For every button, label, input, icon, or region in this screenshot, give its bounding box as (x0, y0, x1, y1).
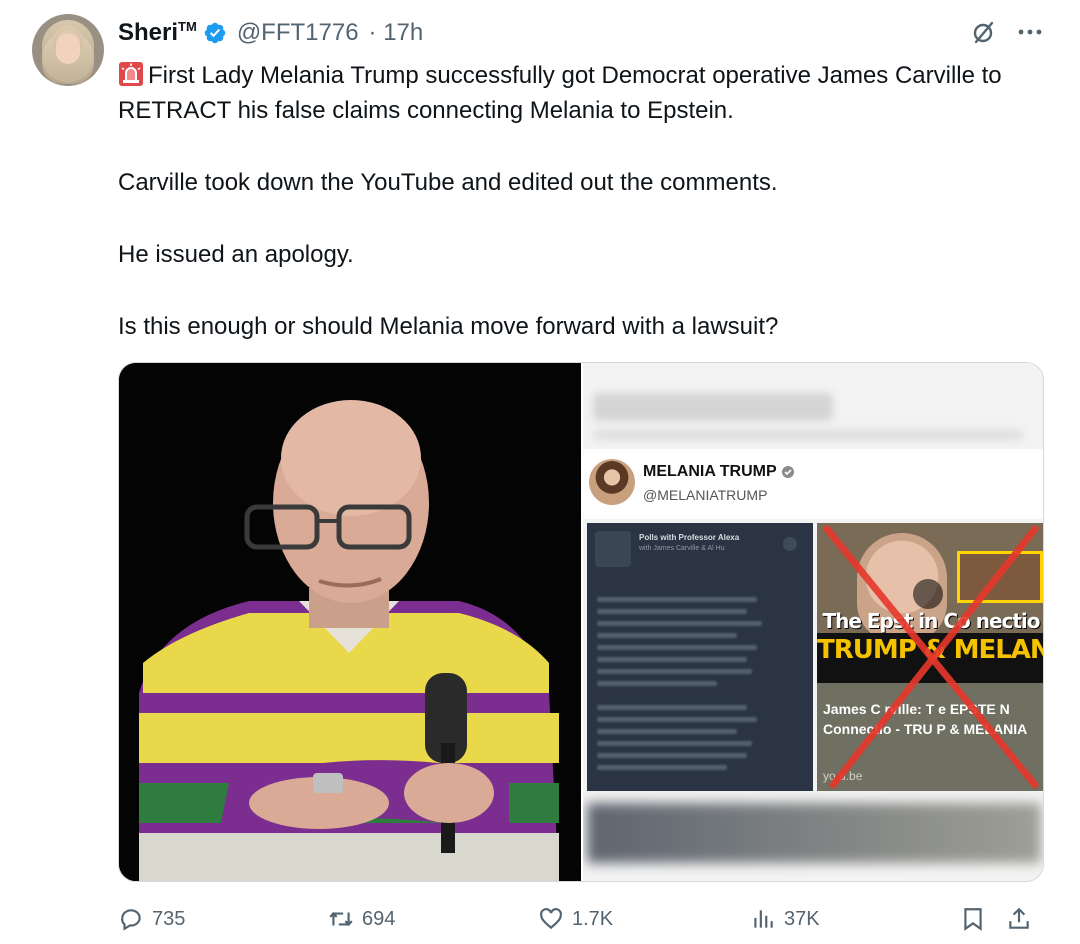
action-bar: 735 694 1.7K 37K (118, 900, 1044, 940)
blurred-text-line (597, 717, 757, 722)
share-icon (1009, 907, 1029, 929)
bookmark-button[interactable] (960, 906, 986, 932)
author-name[interactable]: SheriTM (118, 19, 197, 47)
blurred-header-line (593, 429, 1023, 441)
like-count: 1.7K (572, 907, 614, 930)
avatar-face (56, 34, 80, 64)
thumbnail-headline: The Epst in Co nectio (822, 609, 1040, 633)
share-button[interactable] (1006, 906, 1032, 932)
blurred-text-line (597, 657, 747, 662)
like-icon (540, 908, 562, 930)
media-grid: MELANIA TRUMP @MELANIATRUMP Polls with P… (118, 362, 1044, 882)
blurred-text-line (597, 705, 747, 710)
grok-icon[interactable] (970, 18, 998, 46)
author-handle[interactable]: @FFT1776 (237, 19, 359, 47)
blurred-text-line (597, 633, 737, 638)
tweet-line-3: He issued an apology. (118, 241, 354, 268)
top-actions (970, 18, 1044, 46)
blurred-text-line (597, 597, 757, 602)
blurred-text-line (597, 609, 747, 614)
thumbnail-subheadline: TRUMP & MELANIA (817, 633, 1043, 683)
podcast-logo (595, 531, 631, 567)
podcast-title: Polls with Professor Alexa (639, 533, 740, 542)
podcast-subtitle: with James Carville & Al Hu (639, 545, 725, 552)
blurred-header (593, 393, 833, 421)
tweet-paragraph-1: First Lady Melania Trump successfully go… (118, 58, 1018, 128)
verified-badge-icon[interactable] (203, 21, 227, 45)
blurred-footer (587, 803, 1041, 863)
podcast-more-icon (783, 537, 797, 551)
post-time[interactable]: · 17h (369, 19, 424, 47)
author-name-text: Sheri (118, 19, 179, 46)
carville-photo-illustration (119, 363, 581, 881)
blurred-text-line (597, 741, 752, 746)
views-count: 37K (784, 907, 820, 930)
blurred-text-line (597, 729, 737, 734)
tweet-text: First Lady Melania Trump successfully go… (118, 58, 1018, 344)
siren-emoji-icon (119, 62, 143, 86)
blurred-text-line (597, 765, 727, 770)
blurred-text-line (597, 753, 747, 758)
retweet-count: 694 (362, 907, 396, 930)
avatar[interactable] (32, 14, 104, 86)
tweet-line-1: First Lady Melania Trump successfully go… (118, 62, 1002, 124)
author-name-suffix: TM (178, 19, 197, 34)
photo-james-carville[interactable] (119, 363, 581, 881)
views-button[interactable]: 37K (750, 906, 820, 932)
retweet-icon (329, 912, 353, 926)
blurred-text-line (597, 669, 752, 674)
youtube-card-domain: yo u.be (823, 769, 863, 783)
youtube-link-card: The Epst in Co nectio TRUMP & MELANIA Ja… (817, 523, 1043, 791)
tweet-line-4: Is this enough or should Melania move fo… (118, 313, 779, 340)
tweet-header: SheriTM @FFT1776 · 17h (118, 16, 423, 50)
reply-button[interactable]: 735 (118, 906, 185, 932)
embedded-verified-icon (781, 466, 794, 478)
reply-icon (121, 909, 141, 931)
embedded-avatar (589, 459, 635, 505)
screenshot-collage[interactable]: MELANIA TRUMP @MELANIATRUMP Polls with P… (583, 363, 1043, 881)
embedded-author-name-text: MELANIA TRUMP (643, 463, 777, 480)
retweet-button[interactable]: 694 (328, 906, 395, 932)
play-icon (913, 579, 943, 609)
reply-count: 735 (152, 907, 186, 930)
embedded-author-handle: @MELANIATRUMP (643, 487, 768, 503)
apology-post-screenshot: Polls with Professor Alexa with James Ca… (587, 523, 813, 791)
youtube-card-title: James C rville: T e EPSTE N Connectio - … (823, 701, 1028, 737)
blurred-text-line (597, 621, 762, 626)
blurred-text-line (597, 645, 757, 650)
embedded-post-header: MELANIA TRUMP @MELANIATRUMP (583, 449, 1043, 519)
tweet-line-2: Carville took down the YouTube and edite… (118, 169, 778, 196)
more-icon[interactable] (1016, 18, 1044, 46)
views-icon (754, 910, 773, 928)
bookmark-icon (964, 908, 982, 931)
blurred-text-line (597, 681, 717, 686)
thumbnail-inset-photo (957, 551, 1043, 603)
youtube-thumbnail: The Epst in Co nectio TRUMP & MELANIA (817, 523, 1043, 683)
like-button[interactable]: 1.7K (538, 906, 613, 932)
embedded-author-name: MELANIA TRUMP (643, 463, 795, 481)
